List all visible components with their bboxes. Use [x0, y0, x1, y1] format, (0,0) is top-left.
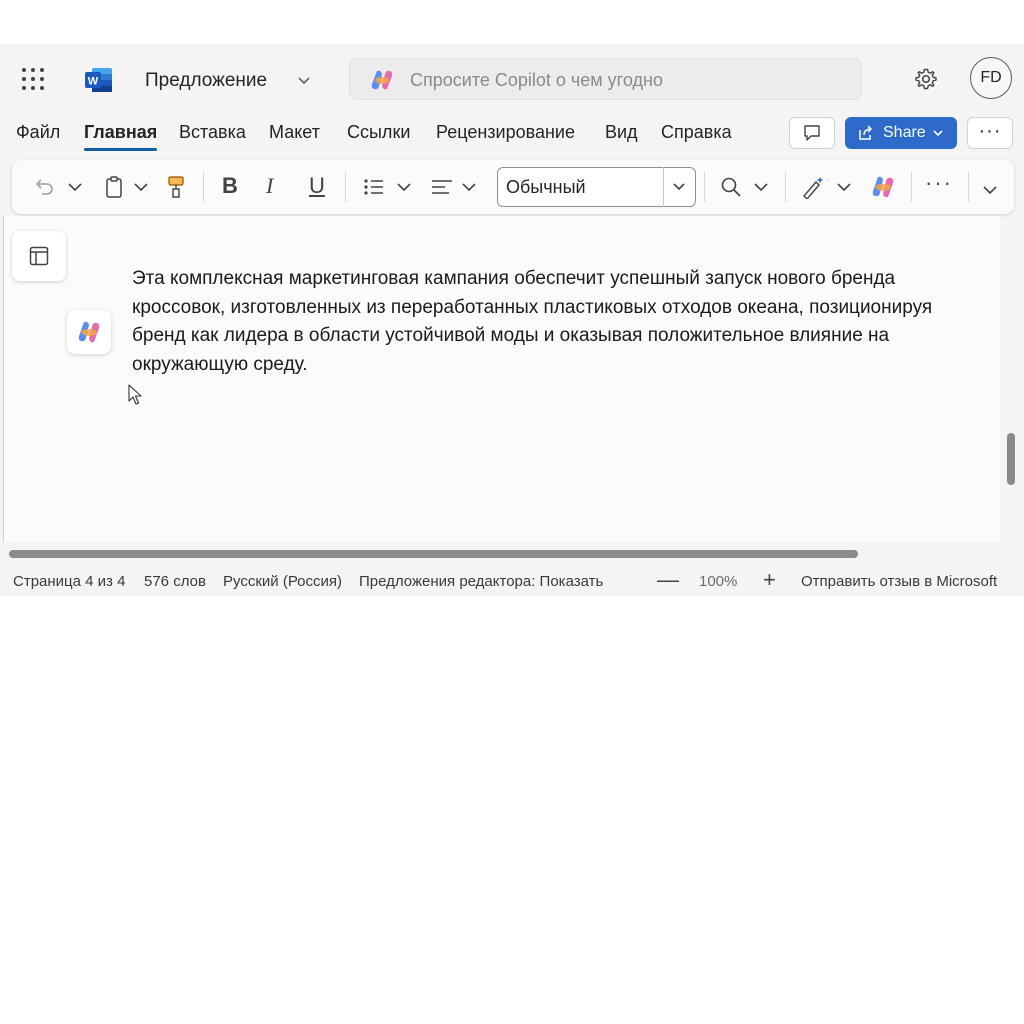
align-chevron-icon[interactable] [461, 175, 477, 199]
toolbar-divider [704, 172, 705, 202]
toolbar-divider [203, 172, 204, 202]
bold-button[interactable]: B [222, 173, 238, 199]
word-app-window: W Предложение Спросите Copilot о чем уго… [0, 44, 1024, 596]
word-logo-icon: W [85, 68, 112, 92]
designer-icon[interactable] [800, 175, 826, 199]
tab-view[interactable]: Вид [605, 122, 638, 143]
toolbar-divider [911, 172, 912, 202]
undo-chevron-icon[interactable] [67, 175, 83, 199]
document-paragraph[interactable]: Эта комплексная маркетинговая кампания о… [132, 265, 972, 379]
align-icon[interactable] [430, 175, 454, 199]
style-value: Обычный [506, 177, 586, 197]
search-placeholder: Спросите Copilot о чем угодно [410, 70, 663, 90]
paste-chevron-icon[interactable] [133, 175, 149, 199]
language-indicator[interactable]: Русский (Россия) [223, 573, 342, 590]
find-icon[interactable] [719, 175, 743, 199]
comments-button[interactable] [789, 117, 835, 149]
tab-file[interactable]: Файл [16, 122, 60, 143]
italic-button[interactable]: I [266, 173, 273, 199]
editor-suggestions[interactable]: Предложения редактора: Показать [359, 573, 603, 590]
chevron-down-icon[interactable] [296, 72, 312, 88]
app-launcher-icon[interactable] [20, 66, 46, 92]
side-panel-icon [29, 246, 49, 266]
side-panel-button[interactable] [12, 231, 66, 281]
find-chevron-icon[interactable] [753, 175, 769, 199]
feedback-link[interactable]: Отправить отзыв в Microsoft [801, 573, 997, 590]
zoom-out-button[interactable]: — [657, 567, 679, 593]
bullets-chevron-icon[interactable] [396, 175, 412, 199]
ribbon-more-button[interactable]: ··· [925, 170, 953, 196]
vertical-scrollbar[interactable] [1007, 433, 1015, 485]
more-options-button[interactable]: ··· [967, 117, 1013, 149]
comment-icon [804, 125, 820, 141]
format-painter-icon[interactable] [166, 175, 186, 199]
copilot-icon[interactable] [870, 175, 896, 199]
collapse-ribbon-chevron-icon[interactable] [982, 178, 998, 202]
zoom-level[interactable]: 100% [699, 573, 737, 590]
toolbar-divider [785, 172, 786, 202]
document-title[interactable]: Предложение [145, 70, 267, 92]
copilot-inline-button[interactable] [67, 310, 111, 354]
tab-review[interactable]: Рецензирование [436, 122, 575, 143]
tab-home[interactable]: Главная [84, 122, 158, 151]
bullets-icon[interactable] [362, 175, 386, 199]
copilot-search-input[interactable]: Спросите Copilot о чем угодно [349, 58, 862, 100]
underline-button[interactable]: U [309, 173, 325, 199]
title-bar: W Предложение Спросите Copilot о чем уго… [0, 44, 1024, 116]
page-count[interactable]: Страница 4 из 4 [13, 573, 125, 590]
tab-layout[interactable]: Макет [269, 122, 320, 143]
zoom-in-button[interactable]: + [763, 567, 776, 593]
share-icon [859, 125, 873, 140]
tab-help[interactable]: Справка [661, 122, 732, 143]
word-count[interactable]: 576 слов [144, 573, 206, 590]
svg-text:W: W [88, 76, 99, 88]
tab-insert[interactable]: Вставка [179, 122, 246, 143]
clipboard-icon[interactable] [103, 175, 125, 199]
horizontal-scrollbar[interactable] [9, 550, 858, 558]
toolbar-divider [345, 172, 346, 202]
toolbar-divider [968, 172, 969, 202]
copilot-icon [371, 70, 393, 90]
share-label: Share [883, 124, 926, 141]
document-edge [3, 216, 4, 542]
chevron-down-icon[interactable] [672, 180, 686, 194]
status-bar: Страница 4 из 4 576 слов Русский (Россия… [0, 566, 1024, 596]
home-ribbon-toolbar: B I U Обычный ··· [12, 160, 1014, 214]
copilot-icon [78, 321, 100, 343]
gear-icon[interactable] [914, 67, 938, 91]
designer-chevron-icon[interactable] [836, 175, 852, 199]
undo-icon[interactable] [32, 175, 56, 199]
user-avatar[interactable]: FD [970, 57, 1012, 99]
mouse-cursor-icon [128, 384, 142, 405]
style-dropdown[interactable]: Обычный [497, 167, 696, 207]
style-divider [663, 167, 664, 207]
tab-references[interactable]: Ссылки [347, 122, 410, 143]
share-button[interactable]: Share [845, 117, 957, 149]
chevron-down-icon [933, 130, 943, 137]
